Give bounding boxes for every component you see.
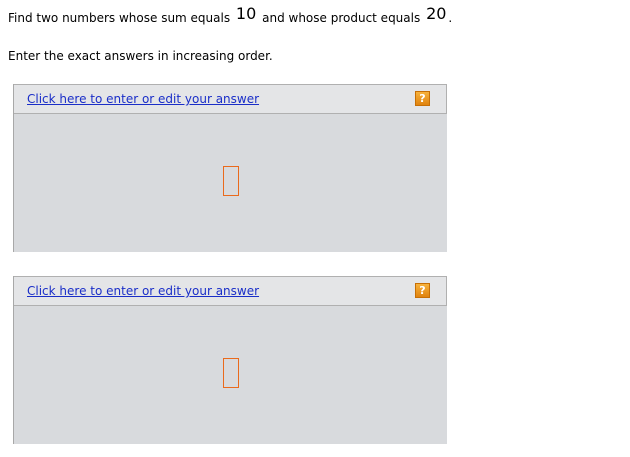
answer-box-header: Click here to enter or edit your answer … xyxy=(14,276,447,306)
instructions: Enter the exact answers in increasing or… xyxy=(8,49,273,63)
question-middle: and whose product equals xyxy=(262,11,421,25)
answer-box-2: Click here to enter or edit your answer … xyxy=(13,276,447,444)
answer-box-header: Click here to enter or edit your answer … xyxy=(14,84,447,114)
edit-answer-link[interactable]: Click here to enter or edit your answer xyxy=(27,92,259,106)
question-suffix: . xyxy=(448,11,453,25)
sum-value: 10 xyxy=(235,4,257,23)
help-icon[interactable]: ? xyxy=(415,91,430,106)
help-icon[interactable]: ? xyxy=(415,283,430,298)
product-value: 20 xyxy=(426,4,447,23)
empty-answer-slot[interactable] xyxy=(223,166,239,196)
empty-answer-slot[interactable] xyxy=(223,358,239,388)
question-text: Find two numbers whose sum equals 10 and… xyxy=(8,4,452,28)
edit-answer-link[interactable]: Click here to enter or edit your answer xyxy=(27,284,259,298)
answer-box-1: Click here to enter or edit your answer … xyxy=(13,84,447,252)
question-prefix: Find two numbers whose sum equals xyxy=(8,11,231,25)
